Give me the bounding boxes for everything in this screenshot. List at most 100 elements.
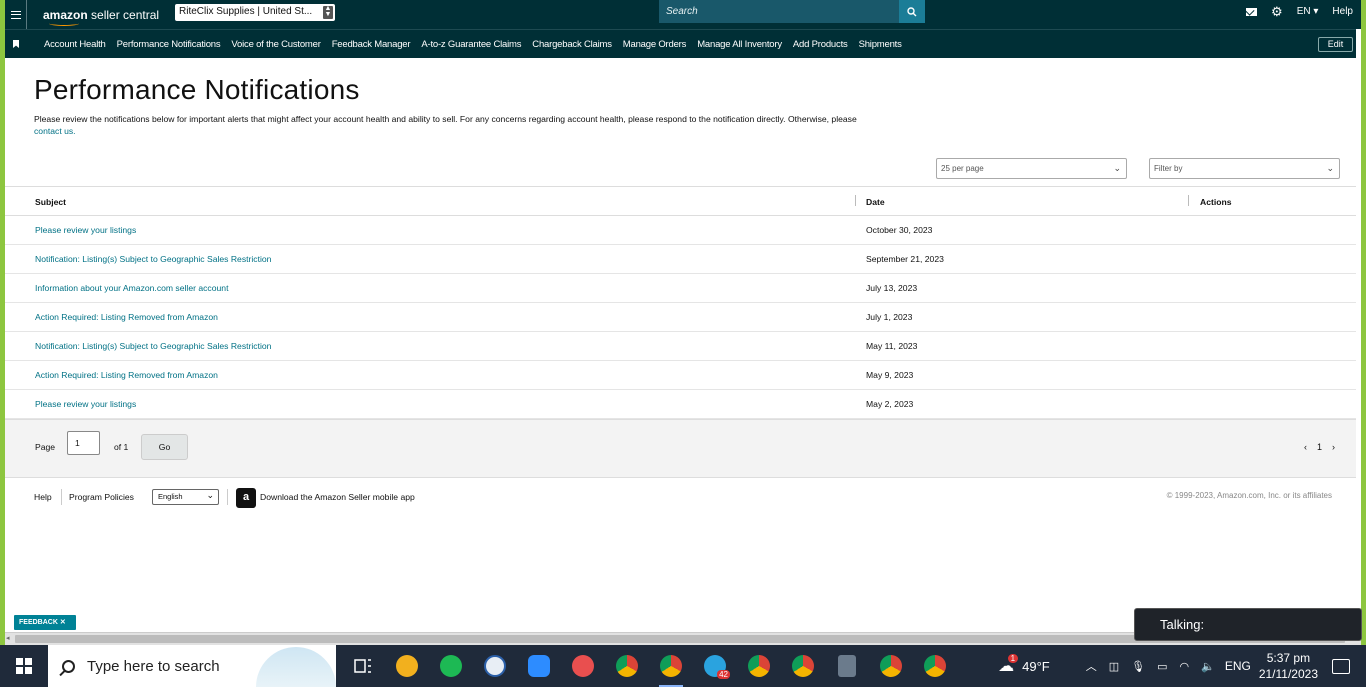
next-page-icon[interactable]: › <box>1332 442 1335 452</box>
go-button[interactable]: Go <box>141 434 188 460</box>
telegram-badge: 42 <box>717 670 730 679</box>
nav-chargeback-claims[interactable]: Chargeback Claims <box>532 39 612 50</box>
system-tray: ☁ 1 49°F ︿ ◫ 🎙 ▭ ◠ 🔈 ENG 5:37 pm 21/11/20… <box>998 645 1366 687</box>
weather-icon[interactable]: ☁ 1 <box>998 654 1019 676</box>
nav-account-health[interactable]: Account Health <box>44 39 106 50</box>
scroll-left-icon[interactable]: ◂ <box>6 634 10 642</box>
windows-start-icon[interactable] <box>0 645 48 687</box>
page-title: Performance Notifications <box>34 74 360 105</box>
spotify-icon[interactable] <box>436 651 466 681</box>
nav-voice-of-customer[interactable]: Voice of the Customer <box>231 39 320 50</box>
footer-help-link[interactable]: Help <box>34 492 52 502</box>
telegram-icon[interactable]: 42 <box>700 651 730 681</box>
microphone-icon[interactable]: 🎙 <box>1131 660 1145 673</box>
table-row: Notification: Listing(s) Subject to Geog… <box>5 245 1361 274</box>
language-selector[interactable]: EN ▾ <box>1297 6 1319 17</box>
table-row: Action Required: Listing Removed from Am… <box>5 303 1361 332</box>
help-link[interactable]: Help <box>1332 6 1353 17</box>
nav-performance-notifications[interactable]: Performance Notifications <box>117 39 221 50</box>
camera-icon[interactable]: ◫ <box>1109 660 1119 673</box>
per-page-select[interactable]: 25 per page ⌄ <box>936 158 1127 179</box>
table-header: Subject Date Actions <box>5 186 1361 216</box>
notification-link[interactable]: Please review your listings <box>35 225 136 235</box>
updown-icon: ▲ ▼ <box>323 5 333 19</box>
chrome-icon-5[interactable] <box>876 651 906 681</box>
mail-icon[interactable] <box>1246 7 1258 16</box>
explorer-icon[interactable] <box>392 651 422 681</box>
program-policies-link[interactable]: Program Policies <box>69 492 134 502</box>
nav-add-products[interactable]: Add Products <box>793 39 848 50</box>
notification-link[interactable]: Notification: Listing(s) Subject to Geog… <box>35 341 271 351</box>
download-app-link[interactable]: Download the Amazon Seller mobile app <box>260 492 415 502</box>
pagination-bar: Page 1 of 1 Go ‹ 1 › <box>5 419 1361 478</box>
search-icon <box>62 659 75 673</box>
notification-link[interactable]: Information about your Amazon.com seller… <box>35 283 228 293</box>
filter-select[interactable]: Filter by ⌄ <box>1149 158 1340 179</box>
notification-date: May 9, 2023 <box>866 370 914 380</box>
page-description: Please review the notifications below fo… <box>34 114 857 136</box>
menu-icon[interactable] <box>5 0 27 29</box>
notification-link[interactable]: Notification: Listing(s) Subject to Geog… <box>35 254 271 264</box>
clock[interactable]: 5:37 pm 21/11/2023 <box>1259 650 1318 682</box>
page-label: Page <box>35 442 56 452</box>
wifi-icon[interactable]: ◠ <box>1180 660 1190 673</box>
chrome-icon-1[interactable] <box>612 651 642 681</box>
language-indicator[interactable]: ENG <box>1225 659 1251 673</box>
notification-date: May 2, 2023 <box>866 399 914 409</box>
current-page[interactable]: 1 <box>1317 442 1322 452</box>
nav-bar: Account Health Performance Notifications… <box>5 29 1361 58</box>
page-of-label: of 1 <box>114 442 129 452</box>
chevron-down-icon: ⌄ <box>1326 163 1334 173</box>
notification-date: September 21, 2023 <box>866 254 944 264</box>
notification-date: October 30, 2023 <box>866 225 933 235</box>
notification-date: July 1, 2023 <box>866 312 913 322</box>
notifications-icon[interactable] <box>1332 658 1350 674</box>
nav-manage-inventory[interactable]: Manage All Inventory <box>697 39 782 50</box>
taskbar-search[interactable]: Type here to search <box>48 645 336 687</box>
notification-link[interactable]: Please review your listings <box>35 399 136 409</box>
weather-badge: 1 <box>1007 654 1019 663</box>
store-selector[interactable]: RiteClix Supplies | United St... ▲ ▼ <box>175 4 335 21</box>
page-number-input[interactable]: 1 <box>67 431 100 455</box>
calculator-icon[interactable] <box>832 651 862 681</box>
search-input[interactable]: Search <box>659 0 899 23</box>
notification-link[interactable]: Action Required: Listing Removed from Am… <box>35 370 218 380</box>
chevron-up-icon[interactable]: ︿ <box>1086 658 1097 674</box>
clock-app-icon[interactable] <box>480 651 510 681</box>
top-header: amazon seller central RiteClix Supplies … <box>5 0 1361 29</box>
seller-central-logo[interactable]: amazon seller central <box>43 8 159 26</box>
snipping-icon[interactable] <box>568 651 598 681</box>
chevron-down-icon: ⌄ <box>206 490 214 500</box>
notification-link[interactable]: Action Required: Listing Removed from Am… <box>35 312 218 322</box>
battery-icon[interactable]: ▭ <box>1157 660 1167 673</box>
vertical-scrollbar[interactable] <box>1356 29 1361 632</box>
table-row: Please review your listings October 30, … <box>5 216 1361 245</box>
chrome-icon-4[interactable] <box>788 651 818 681</box>
copyright: © 1999-2023, Amazon.com, Inc. or its aff… <box>1166 491 1332 500</box>
chrome-icon-3[interactable] <box>744 651 774 681</box>
chrome-icon-2[interactable] <box>656 651 686 687</box>
chrome-icon-6[interactable] <box>920 651 950 681</box>
bookmark-icon[interactable] <box>5 40 27 48</box>
prev-page-icon[interactable]: ‹ <box>1304 442 1307 452</box>
footer-language-select[interactable]: English ⌄ <box>152 489 219 505</box>
col-subject: Subject <box>35 197 67 207</box>
talking-popup: Talking: <box>1134 608 1362 641</box>
gear-icon[interactable]: ⚙ <box>1271 4 1283 20</box>
table-row: Please review your listings May 2, 2023 <box>5 390 1361 419</box>
edit-button[interactable]: Edit <box>1318 37 1353 52</box>
volume-icon[interactable]: 🔈 <box>1201 660 1215 673</box>
task-view-icon[interactable] <box>348 651 378 681</box>
contact-us-link[interactable]: contact us. <box>34 126 76 136</box>
amazon-app-icon[interactable]: a <box>236 488 256 508</box>
nav-shipments[interactable]: Shipments <box>859 39 902 50</box>
feedback-button[interactable]: FEEDBACK ✕ <box>14 615 76 630</box>
zoom-icon[interactable] <box>524 651 554 681</box>
nav-atoz-claims[interactable]: A-to-z Guarantee Claims <box>421 39 521 50</box>
notification-date: May 11, 2023 <box>866 341 918 351</box>
nav-manage-orders[interactable]: Manage Orders <box>623 39 687 50</box>
nav-feedback-manager[interactable]: Feedback Manager <box>332 39 411 50</box>
browser-page: amazon seller central RiteClix Supplies … <box>5 0 1361 645</box>
search-button[interactable] <box>899 0 925 23</box>
weather-temp[interactable]: 49°F <box>1022 659 1050 674</box>
